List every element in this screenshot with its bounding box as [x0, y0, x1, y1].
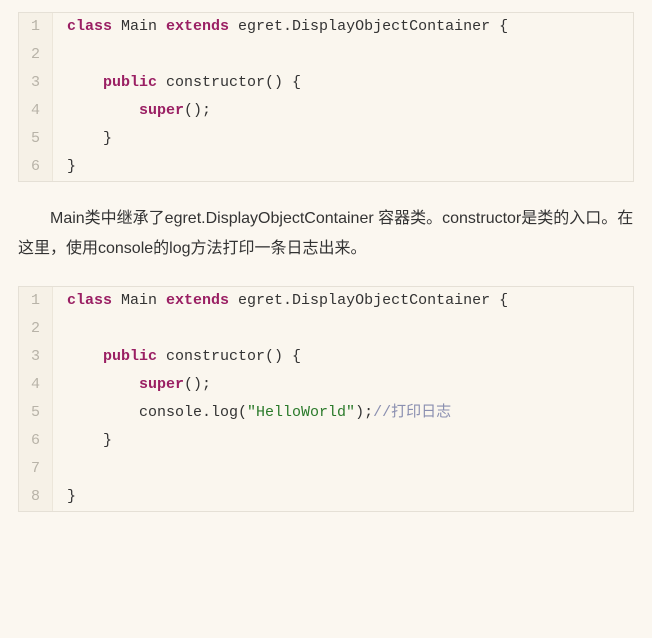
- code-block-1: 1class Main extends egret.DisplayObjectC…: [18, 12, 634, 182]
- line-number: 1: [19, 287, 53, 315]
- code-line: 2: [19, 41, 633, 69]
- code-content: }: [53, 125, 112, 153]
- code-line: 1class Main extends egret.DisplayObjectC…: [19, 287, 633, 315]
- code-content: class Main extends egret.DisplayObjectCo…: [53, 287, 508, 315]
- code-line: 6 }: [19, 427, 633, 455]
- code-line: 3 public constructor() {: [19, 69, 633, 97]
- code-line: 5 }: [19, 125, 633, 153]
- line-number: 1: [19, 13, 53, 41]
- line-number: 3: [19, 343, 53, 371]
- code-content: }: [53, 153, 76, 181]
- line-number: 2: [19, 41, 53, 69]
- code-content: public constructor() {: [53, 343, 301, 371]
- code-content: class Main extends egret.DisplayObjectCo…: [53, 13, 508, 41]
- code-line: 3 public constructor() {: [19, 343, 633, 371]
- line-number: 5: [19, 399, 53, 427]
- code-line: 1class Main extends egret.DisplayObjectC…: [19, 13, 633, 41]
- code-content: super();: [53, 371, 211, 399]
- code-content: [53, 41, 76, 69]
- code-content: [53, 315, 76, 343]
- code-line: 4 super();: [19, 371, 633, 399]
- line-number: 4: [19, 97, 53, 125]
- code-content: }: [53, 483, 76, 511]
- page: 1class Main extends egret.DisplayObjectC…: [0, 12, 652, 544]
- line-number: 4: [19, 371, 53, 399]
- explanation-text: Main类中继承了egret.DisplayObjectContainer 容器…: [18, 204, 634, 264]
- line-number: 5: [19, 125, 53, 153]
- line-number: 3: [19, 69, 53, 97]
- code-content: }: [53, 427, 112, 455]
- code-line: 5 console.log("HelloWorld");//打印日志: [19, 399, 633, 427]
- code-line: 2: [19, 315, 633, 343]
- code-line: 7: [19, 455, 633, 483]
- line-number: 7: [19, 455, 53, 483]
- code-content: public constructor() {: [53, 69, 301, 97]
- code-line: 8}: [19, 483, 633, 511]
- code-content: super();: [53, 97, 211, 125]
- line-number: 6: [19, 427, 53, 455]
- code-line: 6}: [19, 153, 633, 181]
- code-content: console.log("HelloWorld");//打印日志: [53, 399, 451, 427]
- line-number: 6: [19, 153, 53, 181]
- line-number: 2: [19, 315, 53, 343]
- line-number: 8: [19, 483, 53, 511]
- code-line: 4 super();: [19, 97, 633, 125]
- code-block-2: 1class Main extends egret.DisplayObjectC…: [18, 286, 634, 512]
- code-content: [53, 455, 76, 483]
